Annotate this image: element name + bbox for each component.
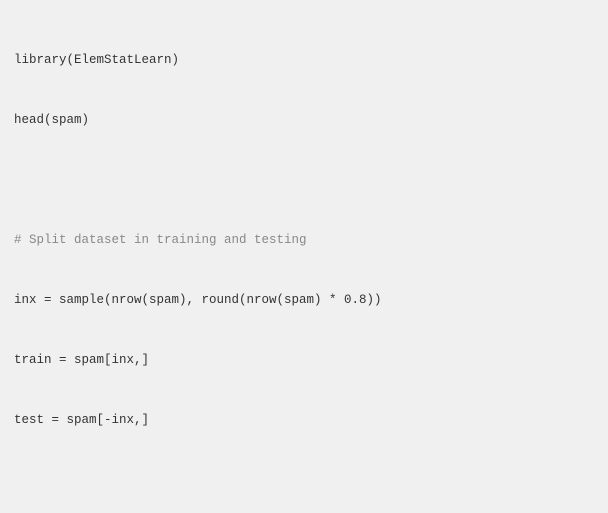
fn-name: library	[14, 53, 67, 67]
code-line-3	[14, 170, 594, 190]
code-line-1: library(ElemStatLearn)	[14, 50, 594, 70]
code-line-5: inx = sample(nrow(spam), round(nrow(spam…	[14, 290, 594, 310]
code-line-4: # Split dataset in training and testing	[14, 230, 594, 250]
code-editor: library(ElemStatLearn) head(spam) # Spli…	[0, 0, 608, 513]
fn-name: head	[14, 113, 44, 127]
code-line-2: head(spam)	[14, 110, 594, 130]
code-line-6: train = spam[inx,]	[14, 350, 594, 370]
code-line-8	[14, 470, 594, 490]
code-line-7: test = spam[-inx,]	[14, 410, 594, 430]
